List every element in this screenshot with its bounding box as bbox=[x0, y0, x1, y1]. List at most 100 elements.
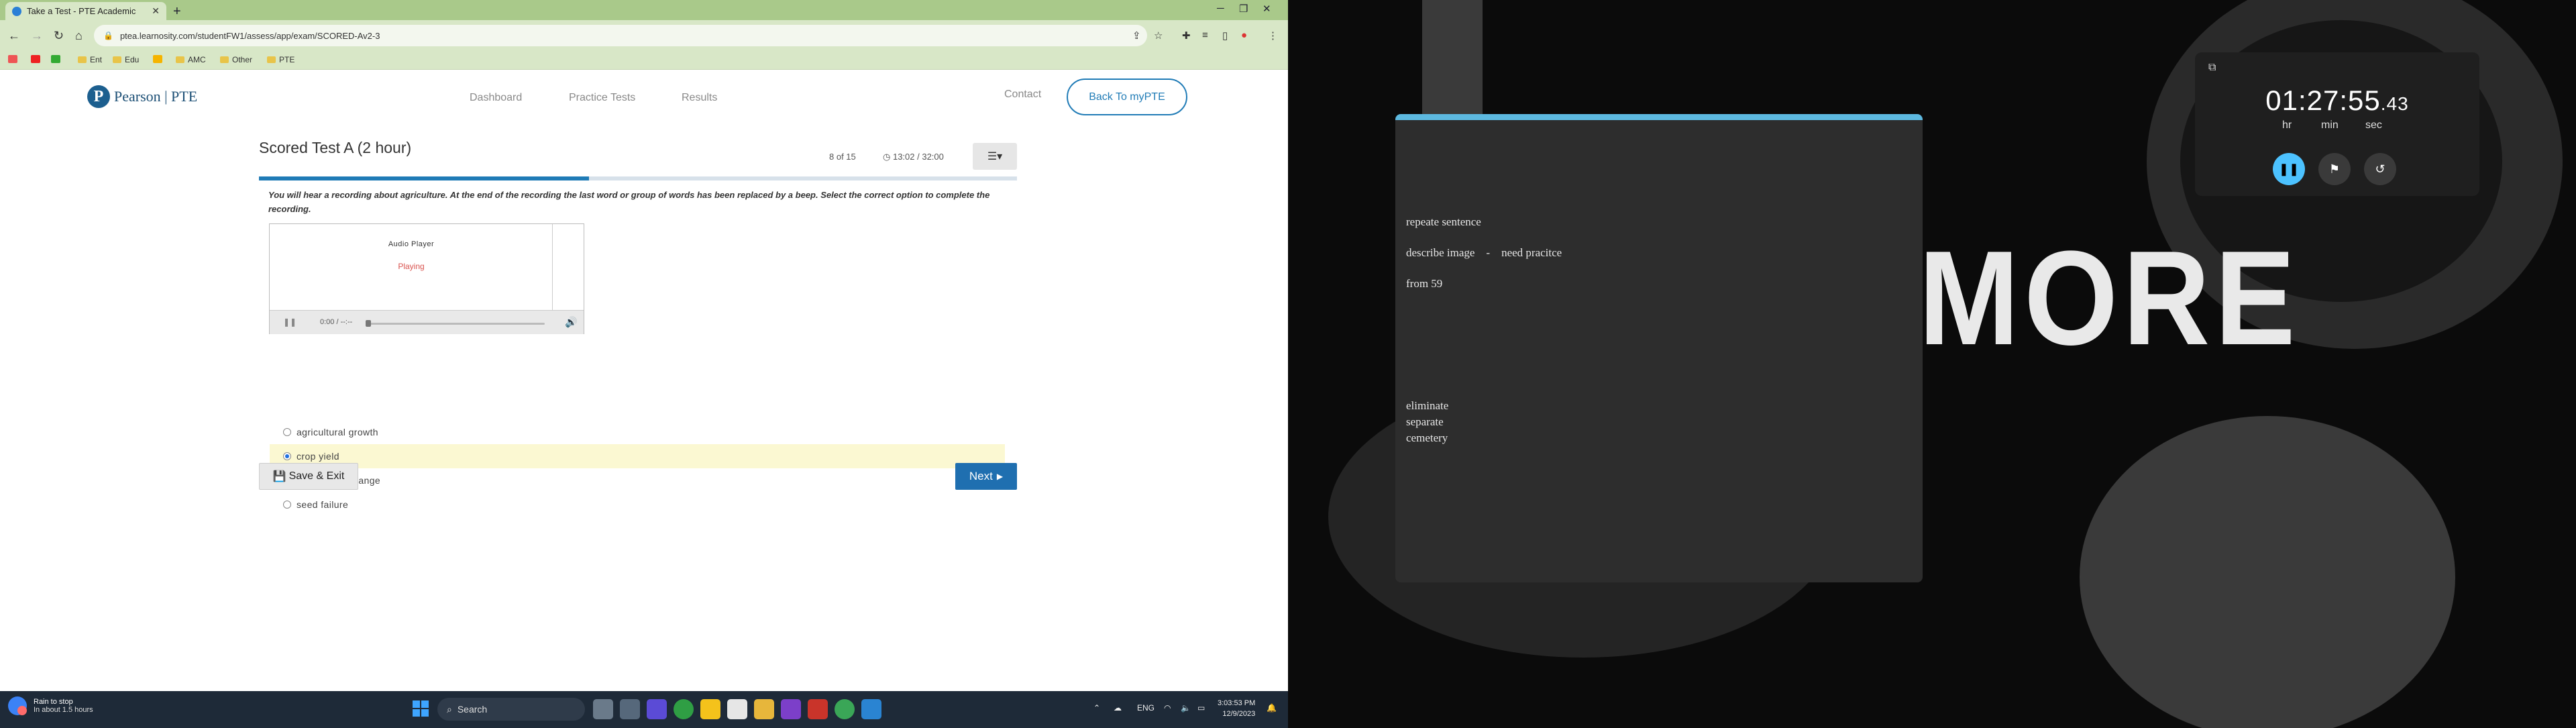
note-line: describe image - need pracitce bbox=[1406, 246, 1562, 259]
radio-selected-icon[interactable] bbox=[283, 452, 291, 460]
next-button[interactable]: Next ▶ bbox=[955, 463, 1017, 490]
notes-accent-bar bbox=[1395, 114, 1923, 120]
maps-bookmark[interactable] bbox=[51, 55, 64, 63]
nav-practice-tests[interactable]: Practice Tests bbox=[569, 92, 635, 104]
bookmark-folder-ent[interactable]: Ent bbox=[78, 55, 102, 64]
sticky-notes-icon[interactable] bbox=[700, 699, 720, 719]
save-exit-button[interactable]: 💾 Save & Exit bbox=[259, 463, 358, 490]
youtube-icon bbox=[31, 55, 40, 63]
nav-contact[interactable]: Contact bbox=[1004, 89, 1041, 101]
onedrive-icon[interactable]: ☁ bbox=[1114, 703, 1122, 713]
extensions-icon[interactable]: ✚ bbox=[1182, 30, 1191, 42]
bookmark-label: Ent bbox=[90, 55, 103, 64]
nav-results[interactable]: Results bbox=[682, 92, 717, 104]
clock-date: 12/9/2023 bbox=[1222, 710, 1256, 718]
search-icon: ⌕ bbox=[447, 703, 452, 715]
notepad-app-icon[interactable] bbox=[727, 699, 747, 719]
lap-button[interactable]: ⚑ bbox=[2318, 153, 2351, 185]
bookmark-star-icon[interactable]: ☆ bbox=[1154, 30, 1163, 42]
onenote-app-icon[interactable] bbox=[781, 699, 801, 719]
bookmark-label: Edu bbox=[125, 55, 140, 64]
pause-button[interactable]: ❚❚ bbox=[2273, 153, 2305, 185]
weather-line-1: Rain to stop bbox=[34, 698, 73, 706]
clock-time: 3:03:53 PM bbox=[1218, 699, 1256, 707]
player-title: Audio Player bbox=[388, 240, 435, 248]
taskbar-clock[interactable]: 3:03:53 PM 12/9/2023 bbox=[1218, 698, 1255, 719]
close-tab-icon[interactable]: ✕ bbox=[152, 5, 160, 17]
answer-option[interactable]: seed failure bbox=[270, 492, 1005, 517]
task-view-icon[interactable] bbox=[620, 699, 640, 719]
sidebar-icon[interactable]: ▯ bbox=[1222, 30, 1228, 42]
answer-option[interactable]: agricultural growth bbox=[270, 420, 1005, 444]
start-button[interactable] bbox=[413, 700, 429, 717]
test-title: Scored Test A (2 hour) bbox=[259, 139, 412, 156]
seek-slider[interactable] bbox=[367, 323, 545, 325]
compact-overlay-icon[interactable]: ⧉ bbox=[2208, 62, 2216, 74]
tab-strip: Take a Test - PTE Academic ✕ + ─ ❐ ✕ bbox=[0, 0, 1288, 20]
teams-app-icon[interactable] bbox=[647, 699, 667, 719]
forward-icon[interactable]: → bbox=[31, 29, 43, 43]
home-icon[interactable]: ⌂ bbox=[75, 29, 83, 43]
back-to-mypte-button[interactable]: Back To myPTE bbox=[1067, 79, 1187, 115]
chrome-app-icon[interactable] bbox=[674, 699, 694, 719]
volume-icon[interactable]: 🔊 bbox=[565, 316, 578, 328]
drive-bookmark[interactable] bbox=[153, 55, 166, 63]
word-app-icon[interactable] bbox=[808, 699, 828, 719]
address-bar[interactable]: 🔒 ptea.learnosity.com/studentFW1/assess/… bbox=[94, 25, 1147, 46]
browser-tab[interactable]: Take a Test - PTE Academic ✕ bbox=[5, 2, 166, 20]
pause-icon[interactable]: ❚❚ bbox=[283, 317, 297, 327]
maximize-icon[interactable]: ❐ bbox=[1239, 3, 1248, 15]
copilot-app-icon[interactable] bbox=[593, 699, 613, 719]
weather-widget[interactable]: Rain to stop In about 1.5 hours bbox=[8, 696, 93, 715]
pearson-logo-icon: P bbox=[87, 85, 110, 108]
bookmark-folder-pte[interactable]: PTE bbox=[267, 55, 294, 64]
item-list-button[interactable]: ☰▾ bbox=[973, 143, 1017, 170]
pause-icon: ❚❚ bbox=[2278, 162, 2300, 176]
vscode-app-icon[interactable] bbox=[861, 699, 881, 719]
question-instructions: You will hear a recording about agricult… bbox=[268, 190, 990, 214]
menu-icon[interactable]: ⋮ bbox=[1268, 30, 1278, 42]
notification-bell-icon[interactable]: 🔔 bbox=[1267, 703, 1277, 713]
unit-min: min bbox=[2321, 119, 2339, 131]
answer-option[interactable]: crop yield bbox=[270, 444, 1005, 468]
nav-dashboard[interactable]: Dashboard bbox=[470, 92, 522, 104]
wifi-icon[interactable]: ◠ bbox=[1164, 703, 1171, 713]
maps-icon bbox=[51, 55, 60, 63]
volume-tray-icon[interactable]: 🔈 bbox=[1181, 703, 1191, 713]
new-tab-button[interactable]: + bbox=[173, 4, 181, 19]
battery-icon[interactable]: ▭ bbox=[1197, 703, 1205, 713]
radio-icon[interactable] bbox=[283, 428, 291, 436]
bookmark-folder-edu[interactable]: Edu bbox=[113, 55, 139, 64]
tray-chevron-icon[interactable]: ⌃ bbox=[1093, 703, 1100, 713]
radio-icon[interactable] bbox=[283, 501, 291, 509]
file-explorer-icon[interactable] bbox=[754, 699, 774, 719]
logo-text: Pearson | PTE bbox=[114, 88, 198, 105]
save-icon: 💾 bbox=[272, 471, 286, 482]
tab-title: Take a Test - PTE Academic bbox=[27, 6, 136, 16]
language-indicator[interactable]: ENG bbox=[1137, 703, 1155, 713]
media-icon[interactable]: ≡ bbox=[1202, 30, 1208, 41]
answer-option[interactable]: currency exchange bbox=[270, 468, 1005, 492]
note-line: separate bbox=[1406, 415, 1444, 428]
seek-handle[interactable] bbox=[366, 320, 371, 327]
wallpaper-shape bbox=[2080, 416, 2455, 728]
bookmark-folder-other[interactable]: Other bbox=[220, 55, 252, 64]
reload-icon[interactable]: ↻ bbox=[54, 29, 64, 43]
close-window-icon[interactable]: ✕ bbox=[1263, 3, 1271, 15]
bookmark-folder-amc[interactable]: AMC bbox=[176, 55, 206, 64]
stopwatch-widget: ⧉ 01:27:55.43 hr min sec ❚❚ ⚑ ↺ bbox=[2195, 52, 2479, 196]
answer-option-label: crop yield bbox=[297, 451, 339, 462]
weather-line-2: In about 1.5 hours bbox=[34, 706, 93, 714]
youtube-bookmark[interactable] bbox=[31, 55, 44, 63]
notes-window[interactable]: repeate sentence describe image - need p… bbox=[1395, 114, 1923, 582]
back-icon[interactable]: ← bbox=[8, 29, 20, 43]
pearson-pte-logo[interactable]: P Pearson | PTE bbox=[87, 85, 197, 108]
taskbar-search[interactable]: ⌕ Search bbox=[437, 698, 585, 721]
reset-button[interactable]: ↺ bbox=[2364, 153, 2396, 185]
profile-icon[interactable]: ● bbox=[1241, 30, 1247, 41]
list-icon: ☰▾ bbox=[987, 151, 1003, 162]
chrome-active-icon[interactable] bbox=[835, 699, 855, 719]
minimize-icon[interactable]: ─ bbox=[1217, 3, 1224, 14]
share-icon[interactable]: ⇪ bbox=[1132, 30, 1141, 42]
gmail-bookmark[interactable] bbox=[8, 55, 21, 63]
